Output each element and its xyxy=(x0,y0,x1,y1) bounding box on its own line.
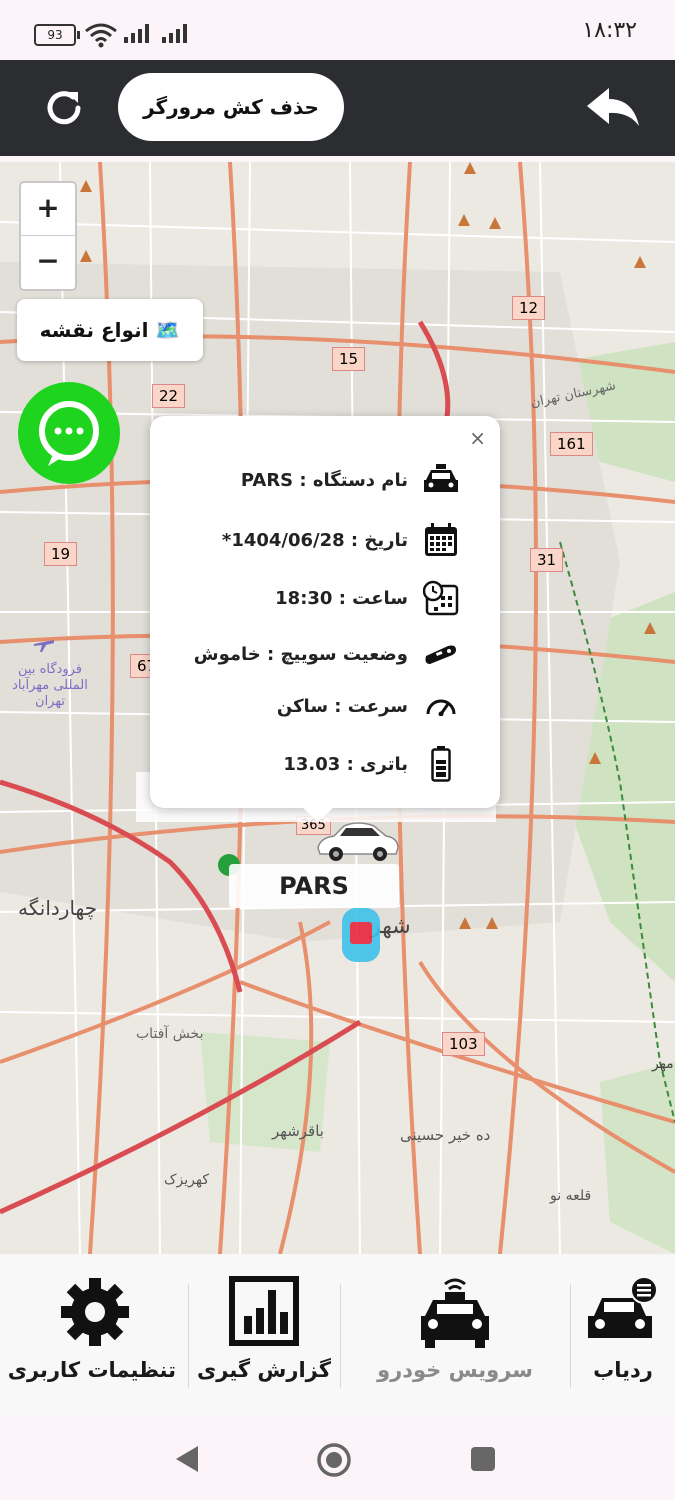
nav-car-service[interactable]: سرویس خودرو xyxy=(360,1254,550,1416)
signal-icon xyxy=(124,24,149,43)
bar-chart-icon xyxy=(229,1276,299,1346)
place-label: باقرشهر xyxy=(272,1122,324,1140)
nav-settings-label: تنظیمات کاربری xyxy=(7,1358,176,1382)
place-label: فرودگاه بین المللی مهرآباد تهران xyxy=(12,662,88,709)
road-shield: 161 xyxy=(550,432,593,456)
popup-row-date: تاریخ : 1404/06/28* xyxy=(222,520,460,560)
recents-square-icon[interactable] xyxy=(470,1446,496,1472)
clock: ۱۸:۳۲ xyxy=(582,18,637,43)
clock-calendar-icon xyxy=(422,579,460,617)
car-key-icon xyxy=(422,635,460,673)
nav-reports[interactable]: گزارش گیری xyxy=(196,1254,332,1416)
popup-row-speed: سرعت : ساکن xyxy=(277,686,460,726)
nav-tracker-label: ردیاب xyxy=(593,1358,653,1382)
place-label: مهر xyxy=(652,1056,674,1072)
time-text: ساعت : 18:30 xyxy=(275,587,408,609)
back-arrow-icon[interactable] xyxy=(583,86,641,130)
taxi-icon xyxy=(422,461,460,499)
road-shield: 31 xyxy=(530,548,564,572)
gear-icon xyxy=(61,1278,129,1346)
speedometer-icon xyxy=(422,687,460,725)
map-types-button[interactable]: 🗺️ انواع نقشه xyxy=(17,299,203,361)
home-circle-icon[interactable] xyxy=(316,1442,352,1478)
battery-text: باتری : 13.03 xyxy=(283,753,408,775)
status-bar: 93 ۱۸:۳۲ xyxy=(0,0,675,60)
battery-icon xyxy=(422,745,460,783)
chat-bubble-icon xyxy=(39,401,99,466)
device-name-text: نام دستگاه : PARS xyxy=(240,469,408,491)
zoom-in-button[interactable]: + xyxy=(21,183,75,236)
bottom-navigation: تنظیمات کاربری گزارش گیری سرویس خودرو رد… xyxy=(0,1254,675,1416)
close-icon[interactable]: × xyxy=(469,426,486,450)
road-shield: 22 xyxy=(152,384,186,408)
calendar-icon xyxy=(422,521,460,559)
refresh-icon[interactable] xyxy=(40,84,88,132)
car-list-icon xyxy=(588,1276,658,1338)
nav-reports-label: گزارش گیری xyxy=(197,1358,331,1382)
zoom-out-button[interactable]: − xyxy=(21,236,75,288)
battery-indicator: 93 xyxy=(34,24,80,46)
road-shield: 15 xyxy=(332,347,366,371)
vehicle-marker-icon[interactable] xyxy=(314,818,400,864)
signal-icon xyxy=(162,24,187,43)
taxi-icon xyxy=(421,1278,489,1348)
wifi-icon xyxy=(85,23,117,48)
nav-car-service-label: سرویس خودرو xyxy=(377,1358,533,1382)
airport-icon xyxy=(34,640,54,652)
clear-cache-button[interactable]: حذف کش مرورگر xyxy=(118,73,344,141)
popup-row-device: نام دستگاه : PARS xyxy=(241,460,460,500)
system-navigation-bar xyxy=(0,1416,675,1500)
place-label: قلعه نو xyxy=(550,1188,592,1204)
back-triangle-icon[interactable] xyxy=(174,1444,200,1474)
nav-tracker[interactable]: ردیاب xyxy=(578,1254,668,1416)
nav-settings[interactable]: تنظیمات کاربری xyxy=(7,1254,176,1416)
chat-button[interactable] xyxy=(18,382,120,484)
place-label: کهریزک xyxy=(164,1172,209,1188)
switch-status-text: وضعیت سوییچ : خاموش xyxy=(193,643,408,665)
place-label: چهاردانگه xyxy=(18,896,98,920)
vehicle-info-popup: × نام دستگاه : PARS تاریخ : 1404/06/28* xyxy=(150,416,500,822)
zoom-control: + − xyxy=(19,181,77,291)
landmark-marker xyxy=(342,908,380,962)
road-shield: 103 xyxy=(442,1032,485,1056)
vehicle-label: PARS xyxy=(229,864,399,908)
top-toolbar: حذف کش مرورگر xyxy=(0,60,675,156)
nav-divider xyxy=(188,1284,189,1388)
place-label: بخش آفتاب xyxy=(136,1026,204,1042)
nav-divider xyxy=(340,1284,341,1388)
popup-row-time: ساعت : 18:30 xyxy=(275,578,460,618)
speed-text: سرعت : ساکن xyxy=(276,695,408,717)
road-shield: 12 xyxy=(512,296,546,320)
road-shield: 19 xyxy=(44,542,78,566)
date-text: تاریخ : 1404/06/28* xyxy=(221,529,408,551)
place-label: ده خیر حسینی xyxy=(400,1126,491,1144)
popup-row-battery: باتری : 13.03 xyxy=(283,744,460,784)
nav-divider xyxy=(570,1284,571,1388)
popup-row-switch: وضعیت سوییچ : خاموش xyxy=(194,634,460,674)
